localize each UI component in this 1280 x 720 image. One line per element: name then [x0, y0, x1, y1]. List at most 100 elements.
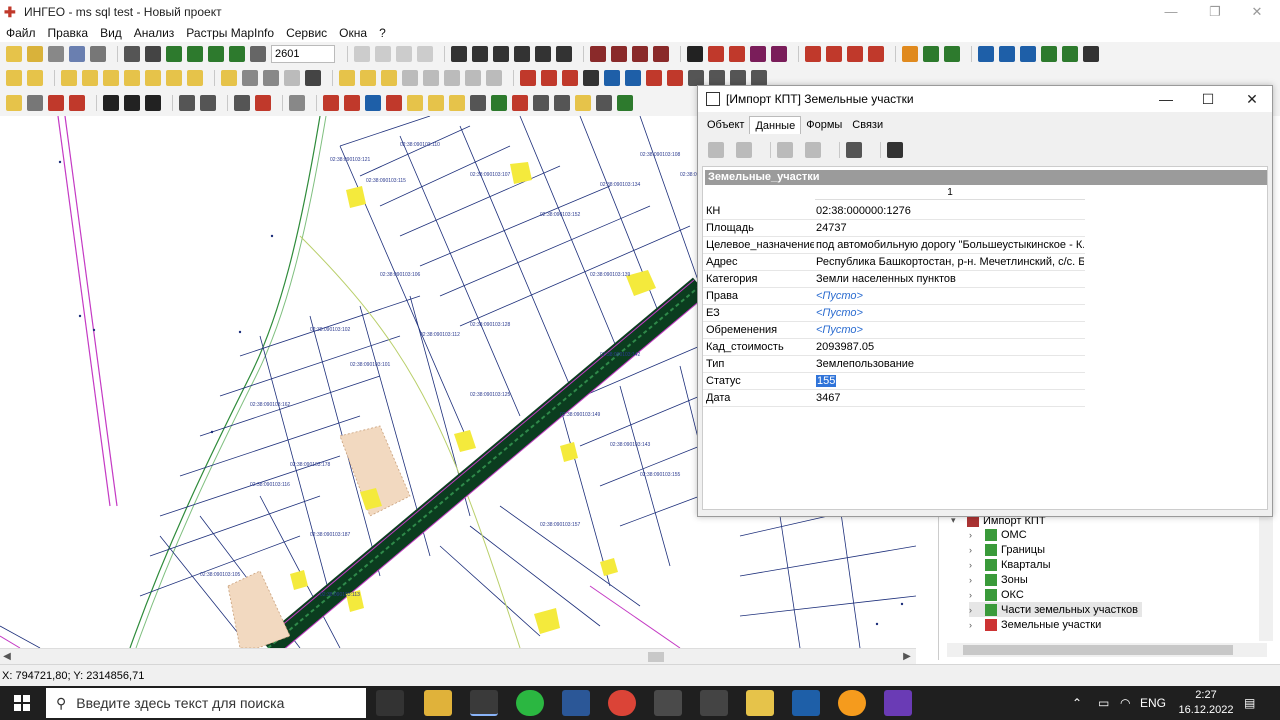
object-list-icon[interactable] — [604, 70, 620, 86]
expand-arrow-icon[interactable]: › — [969, 575, 979, 585]
add-line-icon[interactable] — [826, 46, 842, 62]
tree-item-zones[interactable]: › Зоны — [969, 572, 1028, 587]
diamond-icon[interactable] — [562, 70, 578, 86]
graph-icon[interactable] — [1041, 46, 1057, 62]
export-icon[interactable] — [1062, 46, 1078, 62]
tab-forms[interactable]: Формы — [801, 116, 847, 134]
eraser-icon[interactable] — [428, 95, 444, 111]
folder-edit-icon[interactable] — [381, 70, 397, 86]
field-value[interactable]: Землепользование — [816, 356, 1084, 373]
stop-icon[interactable] — [69, 95, 85, 111]
folder-add-icon[interactable] — [360, 70, 376, 86]
field-value[interactable]: 3467 — [816, 390, 1084, 407]
select-rect-icon[interactable] — [493, 46, 509, 62]
expand-arrow-icon[interactable]: › — [969, 605, 979, 615]
select-circle-icon[interactable] — [514, 46, 530, 62]
tree-item-oms[interactable]: › ОМС — [969, 527, 1027, 542]
menu-edit[interactable]: Правка — [42, 26, 95, 40]
scroll-right-arrow-icon[interactable]: ▶ — [900, 649, 914, 665]
expand-arrow-icon[interactable]: › — [969, 620, 979, 630]
vector-tool-icon[interactable] — [944, 46, 960, 62]
layer-move-icon[interactable] — [61, 70, 77, 86]
measure-icon[interactable] — [708, 46, 724, 62]
field-value[interactable]: под автомобильную дорогу "Большеустыкинс… — [816, 237, 1084, 254]
target-icon[interactable] — [365, 95, 381, 111]
table-row[interactable]: Кад_стоимость 2093987.05 — [703, 339, 1085, 356]
magenta-tool-icon[interactable] — [750, 46, 766, 62]
layer-join-icon[interactable] — [124, 70, 140, 86]
tab-data[interactable]: Данные — [749, 116, 802, 134]
table-settings-icon[interactable] — [887, 142, 903, 158]
tr-icon[interactable] — [386, 95, 402, 111]
network-icon[interactable] — [999, 46, 1015, 62]
select-node-icon[interactable] — [472, 46, 488, 62]
snap-icon[interactable] — [902, 46, 918, 62]
layer-cut-icon[interactable] — [145, 70, 161, 86]
copy-object-icon[interactable] — [124, 95, 140, 111]
selected-value-text[interactable]: 155 — [816, 375, 837, 387]
tree-item-oks[interactable]: › ОКС — [969, 587, 1024, 602]
clock-icon[interactable] — [688, 70, 704, 86]
menu-help[interactable]: ? — [373, 26, 392, 40]
style-icon[interactable] — [6, 70, 22, 86]
scale-input[interactable]: 2601 — [271, 45, 335, 63]
disabled-tool-icon[interactable] — [465, 70, 481, 86]
magenta-edit-icon[interactable] — [771, 46, 787, 62]
task-view-icon[interactable] — [376, 690, 404, 716]
expand-arrow-icon[interactable]: › — [969, 560, 979, 570]
field-value[interactable]: <Пусто> — [816, 305, 1084, 322]
field-value[interactable]: 2093987.05 — [816, 339, 1084, 356]
search-icon[interactable] — [69, 46, 85, 62]
taskbar-search-box[interactable]: ⚲ Введите здесь текст для поиска — [46, 688, 366, 718]
expand-arrow-icon[interactable]: › — [969, 590, 979, 600]
kat-icon[interactable] — [344, 95, 360, 111]
zoom-out-icon[interactable] — [187, 46, 203, 62]
expand-arrow-icon[interactable]: › — [969, 530, 979, 540]
help-app-icon[interactable] — [746, 690, 774, 716]
snap-line-icon[interactable] — [554, 95, 570, 111]
tab-links[interactable]: Связи — [847, 116, 888, 134]
mif-mid-icon[interactable] — [1083, 46, 1099, 62]
field-value-selected[interactable]: 155 — [816, 373, 1084, 390]
print-icon[interactable] — [48, 46, 64, 62]
braces-icon[interactable] — [751, 70, 767, 86]
add-polygon-icon[interactable] — [868, 46, 884, 62]
menu-service[interactable]: Сервис — [280, 26, 333, 40]
chrome-icon[interactable] — [608, 690, 636, 716]
zoom-object-icon[interactable] — [491, 95, 507, 111]
calculator-icon[interactable] — [654, 690, 682, 716]
table-row[interactable]: Адрес Республика Башкортостан, р-н. Мечет… — [703, 254, 1085, 271]
align-icon[interactable] — [533, 95, 549, 111]
field-value[interactable]: 24737 — [816, 220, 1084, 237]
paste-icon[interactable] — [375, 46, 391, 62]
dialog-minimize-button[interactable]: — — [1144, 86, 1188, 112]
dxf-icon[interactable] — [583, 70, 599, 86]
dialog-close-button[interactable]: ✕ — [1230, 86, 1274, 112]
color-fill-icon[interactable] — [520, 70, 536, 86]
layer-copy-icon[interactable] — [82, 70, 98, 86]
table-row[interactable]: Категория Земли населенных пунктов — [703, 271, 1085, 288]
tree-item-quarters[interactable]: › Кварталы — [969, 557, 1050, 572]
select-polygon-icon[interactable] — [535, 46, 551, 62]
field-value[interactable]: <Пусто> — [816, 288, 1084, 305]
frame-icon[interactable] — [289, 95, 305, 111]
object-split-icon[interactable] — [632, 46, 648, 62]
folder-icon[interactable] — [339, 70, 355, 86]
disabled-tool-icon[interactable] — [402, 70, 418, 86]
undo-record-icon[interactable] — [805, 142, 821, 158]
disabled-tool-icon[interactable] — [423, 70, 439, 86]
style-copy-icon[interactable] — [27, 70, 43, 86]
wifi-icon[interactable]: ◠ — [1120, 686, 1130, 720]
zoom-in-icon[interactable] — [166, 46, 182, 62]
layer-link-icon[interactable] — [103, 70, 119, 86]
pan-hand-icon[interactable] — [145, 46, 161, 62]
whatsapp-icon[interactable] — [516, 690, 544, 716]
edit-record-icon[interactable] — [777, 142, 793, 158]
layer-rotate-icon[interactable] — [166, 70, 182, 86]
open-project-icon[interactable] — [6, 46, 22, 62]
network-icon[interactable]: ▭ — [1098, 686, 1109, 720]
disabled-tool-icon[interactable] — [444, 70, 460, 86]
table-row[interactable]: ЕЗ <Пусто> — [703, 305, 1085, 322]
labels-icon[interactable] — [667, 70, 683, 86]
pencil-icon[interactable] — [407, 95, 423, 111]
